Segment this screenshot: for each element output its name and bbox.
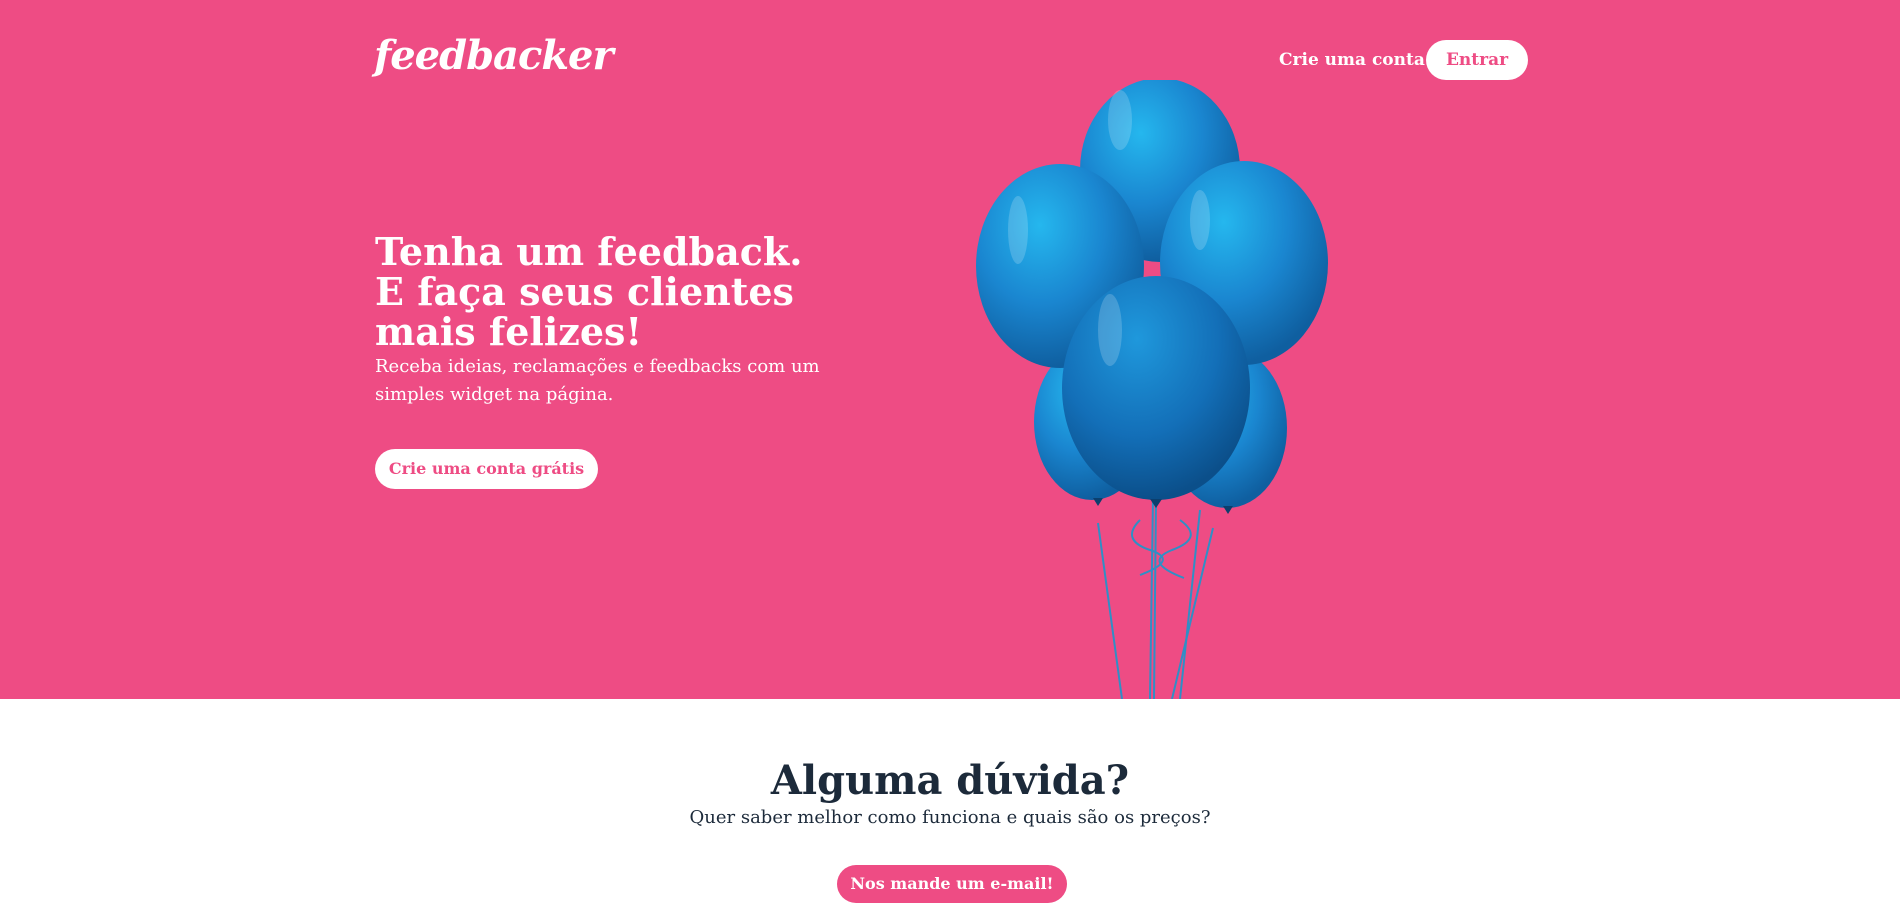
faq-subtitle: Quer saber melhor como funciona e quais … <box>689 807 1211 828</box>
faq-title: Alguma dúvida? <box>770 757 1130 804</box>
faq-section: Alguma dúvida? Quer saber melhor como fu… <box>0 699 1900 917</box>
balloon-strings <box>1097 497 1214 699</box>
email-us-button[interactable]: Nos mande um e-mail! <box>837 865 1067 903</box>
balloons-image <box>976 80 1328 699</box>
logo[interactable]: feedbacker <box>374 32 614 80</box>
create-free-account-button[interactable]: Crie uma conta grátis <box>375 449 598 489</box>
login-button[interactable]: Entrar <box>1426 40 1528 80</box>
hero-section: feedbacker Crie uma conta Entrar Tenha u… <box>0 0 1900 699</box>
hero-headline-line1: Tenha um feedback. <box>375 229 803 274</box>
hero-headline-line2: E faça seus clientes mais felizes! <box>375 269 794 354</box>
signup-link[interactable]: Crie uma conta <box>1279 48 1425 72</box>
balloon <box>1062 276 1250 500</box>
hero-subtitle: Receba ideias, reclamações e feedbacks c… <box>375 356 820 405</box>
hero-headline: Tenha um feedback. E faça seus clientes … <box>375 232 895 352</box>
